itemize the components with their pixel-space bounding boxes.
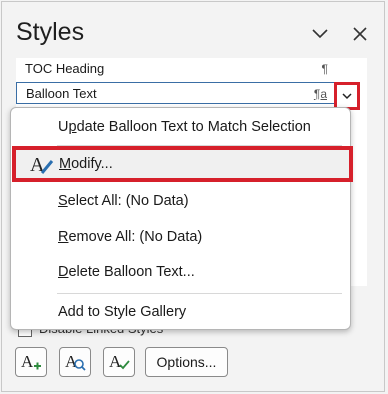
new-style-icon: A <box>21 352 41 371</box>
menu-item-label: Update Balloon Text to Match Selection <box>58 119 311 135</box>
pane-title: Styles <box>16 18 85 46</box>
style-item-dropdown-button[interactable] <box>334 82 360 110</box>
menu-item-remove-all[interactable]: Remove All: (No Data) <box>11 222 350 252</box>
svg-text:A: A <box>109 352 122 371</box>
pane-options-button[interactable] <box>308 22 332 46</box>
style-item-balloon-text[interactable]: Balloon Text ¶a <box>16 82 336 104</box>
menu-item-label: Remove All: (No Data) <box>58 229 203 245</box>
menu-item-select-all[interactable]: Select All: (No Data) <box>11 186 350 216</box>
style-item-label: TOC Heading <box>25 61 105 76</box>
linked-style-mark-icon: ¶a <box>313 87 327 101</box>
close-icon <box>353 27 367 41</box>
manage-styles-icon: A <box>109 352 130 371</box>
options-button-label: Options... <box>156 354 217 370</box>
menu-item-label: Select All: (No Data) <box>58 193 189 209</box>
modify-style-icon: A <box>30 154 54 176</box>
menu-separator <box>57 293 342 294</box>
style-context-menu: Update Balloon Text to Match Selection A… <box>10 107 353 330</box>
close-button[interactable] <box>348 22 372 46</box>
style-inspector-button[interactable]: A <box>59 347 91 377</box>
svg-text:A: A <box>21 352 34 371</box>
style-item-toc-heading[interactable]: TOC Heading ¶ <box>16 58 336 80</box>
paragraph-mark-icon: ¶ <box>321 62 328 76</box>
new-style-button[interactable]: A <box>15 347 47 377</box>
chevron-down-icon <box>312 29 328 39</box>
options-button[interactable]: Options... <box>145 347 228 377</box>
menu-item-delete-style[interactable]: Delete Balloon Text... <box>11 257 350 287</box>
style-inspector-icon: A <box>65 352 86 371</box>
menu-item-label: Add to Style Gallery <box>58 304 187 320</box>
menu-item-update-to-match[interactable]: Update Balloon Text to Match Selection <box>11 112 350 142</box>
menu-item-modify[interactable]: A Modify... <box>12 146 353 182</box>
menu-item-add-to-gallery[interactable]: Add to Style Gallery <box>11 297 350 327</box>
manage-styles-button[interactable]: A <box>103 347 135 377</box>
style-item-label: Balloon Text <box>26 86 97 101</box>
menu-item-label: Modify... <box>59 156 113 172</box>
menu-item-label: Delete Balloon Text... <box>58 264 195 280</box>
chevron-down-icon <box>342 93 352 100</box>
